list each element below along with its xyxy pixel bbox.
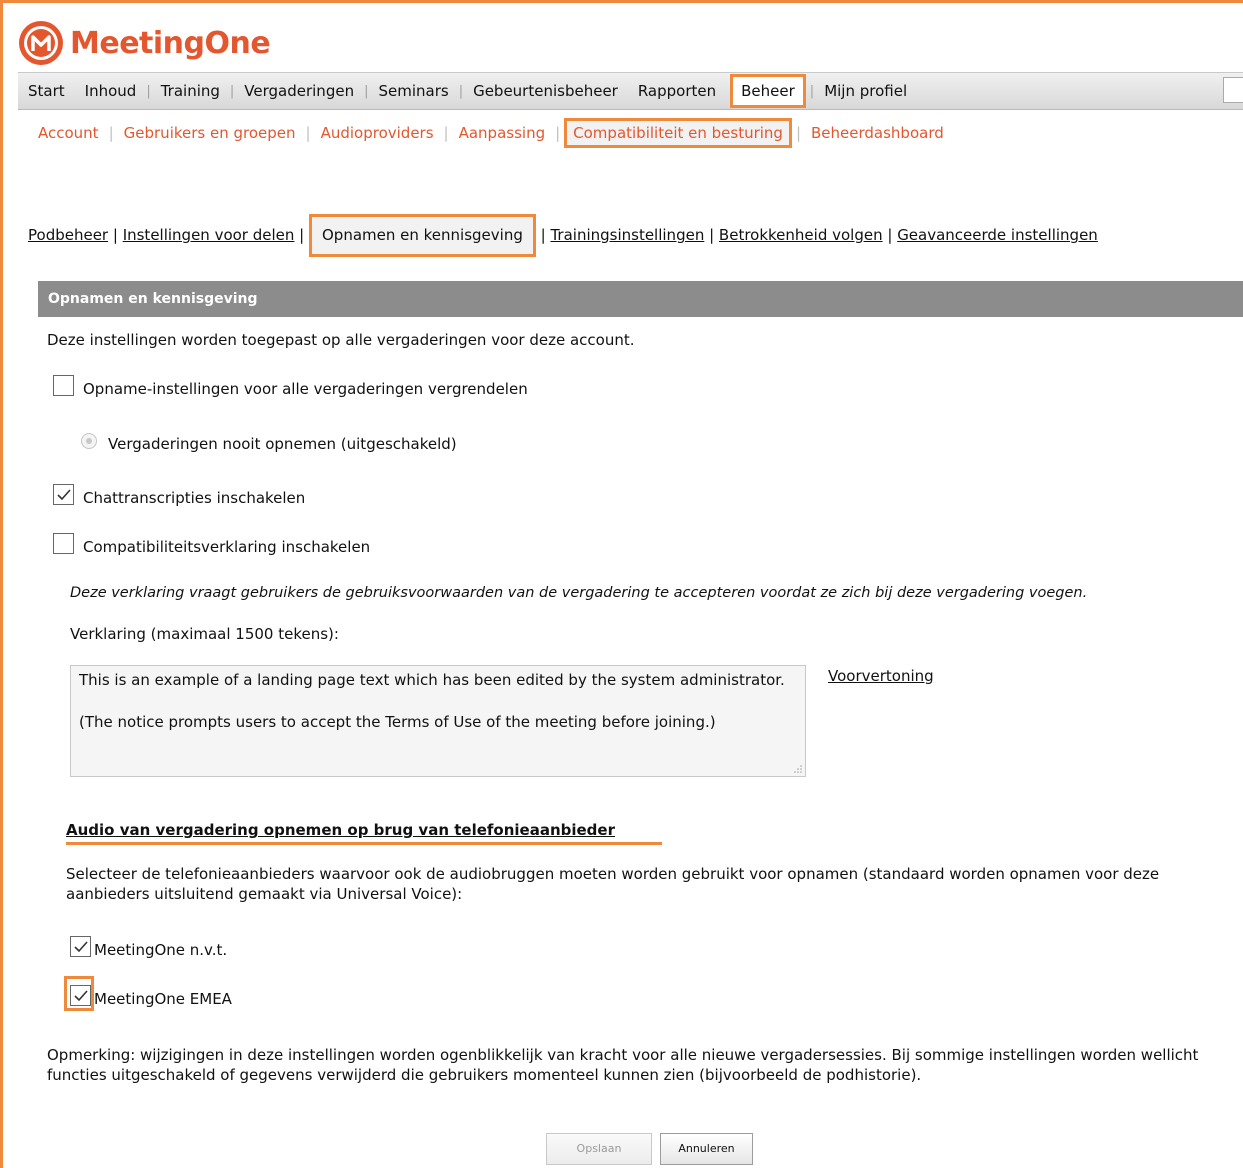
audio-heading: Audio van vergadering opnemen op brug va…: [66, 821, 615, 839]
checkmark-icon: [74, 941, 88, 953]
emea-highlight: [64, 976, 94, 1011]
audio-heading-highlight: [66, 842, 662, 845]
never-record-radio[interactable]: [81, 433, 97, 449]
preview-link[interactable]: Voorvertoning: [828, 667, 934, 685]
never-record-label: Vergaderingen nooit opnemen (uitgeschake…: [108, 435, 457, 453]
sub-navigation: Account | Gebruikers en groepen | Audiop…: [28, 118, 954, 148]
link-betrokkenheid-volgen[interactable]: Betrokkenheid volgen: [719, 226, 883, 244]
subnav-gebruikers-en-groepen[interactable]: Gebruikers en groepen: [114, 124, 306, 142]
compat-notice-label: Compatibiliteitsverklaring inschakelen: [83, 538, 371, 556]
subnav-aanpassing[interactable]: Aanpassing: [449, 124, 556, 142]
link-instellingen-voor-delen[interactable]: Instellingen voor delen: [123, 226, 295, 244]
notice-text: This is an example of a landing page tex…: [79, 671, 785, 731]
notice-textarea[interactable]: This is an example of a landing page tex…: [70, 665, 806, 777]
nav-vergaderingen[interactable]: Vergaderingen: [234, 81, 364, 101]
link-trainingsinstellingen[interactable]: Trainingsinstellingen: [550, 226, 704, 244]
nav-mijn-profiel[interactable]: Mijn profiel: [814, 81, 917, 101]
nav-beheer[interactable]: Beheer: [730, 74, 806, 108]
orange-frame-left: [0, 0, 3, 1168]
save-button[interactable]: Opslaan: [546, 1133, 652, 1165]
provider-checkbox-nvt[interactable]: [70, 936, 91, 957]
audio-description: Selecteer de telefonieaanbieders waarvoo…: [66, 865, 1160, 903]
subnav-compatibiliteit-en-besturing[interactable]: Compatibiliteit en besturing: [564, 118, 792, 148]
settings-page-links: Podbeheer | Instellingen voor delen | Op…: [28, 214, 1228, 257]
section-title: Opnamen en kennisgeving: [38, 281, 1243, 317]
notice-label: Verklaring (maximaal 1500 tekens):: [70, 625, 339, 643]
nav-start[interactable]: Start: [18, 81, 75, 101]
link-opnamen-en-kennisgeving[interactable]: Opnamen en kennisgeving: [309, 214, 536, 257]
nav-training[interactable]: Training: [151, 81, 230, 101]
logo[interactable]: MeetingOne: [18, 20, 271, 66]
chat-transcripts-checkbox[interactable]: [53, 484, 74, 505]
lock-recording-checkbox[interactable]: [53, 375, 74, 396]
brand-name: MeetingOne: [70, 25, 271, 61]
notice-description: Deze verklaring vraagt gebruikers de geb…: [70, 585, 1088, 601]
checkmark-icon: [57, 489, 71, 501]
link-podbeheer[interactable]: Podbeheer: [28, 226, 108, 244]
nav-rapporten[interactable]: Rapporten: [628, 81, 726, 101]
subnav-audioproviders[interactable]: Audioproviders: [311, 124, 444, 142]
subnav-account[interactable]: Account: [28, 124, 109, 142]
provider-label-emea: MeetingOne EMEA: [94, 990, 232, 1008]
chat-transcripts-label: Chattranscripties inschakelen: [83, 489, 306, 507]
nav-gebeurtenisbeheer[interactable]: Gebeurtenisbeheer: [463, 81, 628, 101]
search-input[interactable]: [1223, 77, 1243, 103]
nav-inhoud[interactable]: Inhoud: [75, 81, 147, 101]
nav-seminars[interactable]: Seminars: [368, 81, 458, 101]
subnav-beheerdashboard[interactable]: Beheerdashboard: [801, 124, 954, 142]
footer-note: Opmerking: wijzigingen in deze instellin…: [47, 1046, 1199, 1084]
link-geavanceerde-instellingen[interactable]: Geavanceerde instellingen: [897, 226, 1098, 244]
subnav-separator: |: [555, 124, 561, 142]
orange-frame-top: [0, 0, 1243, 3]
section-intro: Deze instellingen worden toegepast op al…: [47, 331, 635, 349]
meetingone-logo-icon: [18, 20, 64, 66]
cancel-button[interactable]: Annuleren: [660, 1133, 753, 1165]
provider-label-nvt: MeetingOne n.v.t.: [94, 941, 228, 959]
compat-notice-checkbox[interactable]: [53, 533, 74, 554]
main-navigation: Start Inhoud | Training | Vergaderingen …: [18, 72, 1243, 110]
lock-recording-label: Opname-instellingen voor alle vergaderin…: [83, 380, 528, 398]
resize-grip-icon[interactable]: [792, 763, 802, 773]
